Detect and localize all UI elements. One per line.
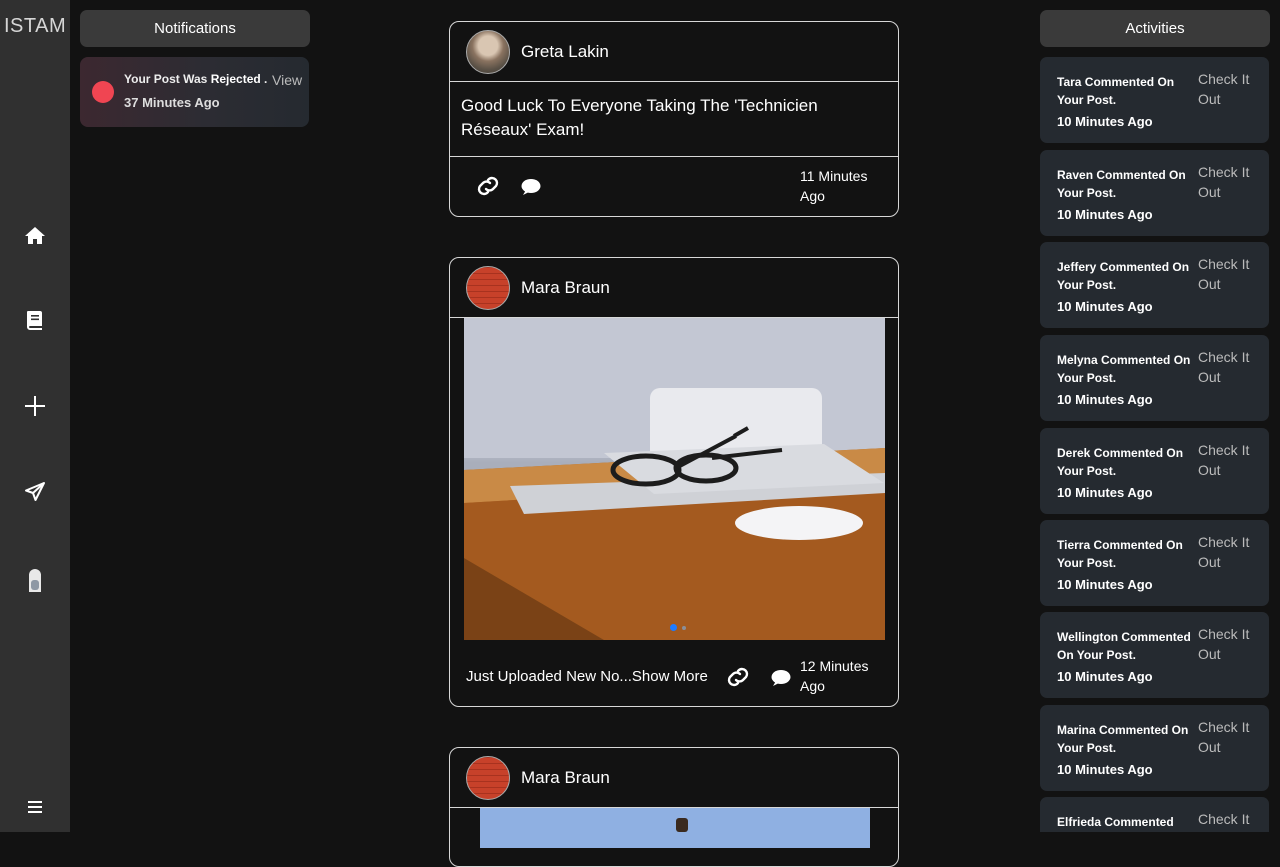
post-image[interactable]	[480, 808, 870, 848]
activity-text: Melyna Commented On Your Post.	[1057, 353, 1191, 385]
activity-time: 10 Minutes Ago	[1057, 392, 1153, 407]
book-icon[interactable]	[21, 306, 49, 334]
status-dot	[92, 81, 114, 103]
activity-time: 10 Minutes Ago	[1057, 207, 1153, 222]
notifications-header: Notifications	[80, 10, 310, 47]
check-it-out-button[interactable]: Check It Out	[1198, 347, 1258, 387]
notification-item[interactable]: Your Post Was Rejected . 37 Minutes Ago …	[80, 57, 309, 127]
profile-avatar[interactable]	[21, 566, 49, 594]
post-header: Mara Braun	[450, 748, 898, 808]
activity-item: Jeffery Commented On Your Post. 10 Minut…	[1040, 242, 1269, 328]
activity-time: 10 Minutes Ago	[1057, 485, 1153, 500]
post-author[interactable]: Mara Braun	[521, 278, 610, 298]
brand-logo[interactable]: ISTAM	[4, 15, 66, 38]
activity-time: 10 Minutes Ago	[1057, 299, 1153, 314]
post-text: Good Luck To Everyone Taking The 'Techni…	[450, 82, 898, 157]
link-icon[interactable]	[476, 175, 500, 202]
check-it-out-button[interactable]: Check It Out	[1198, 254, 1258, 294]
home-icon[interactable]	[21, 222, 49, 250]
send-icon[interactable]	[21, 478, 49, 506]
activity-item: Tierra Commented On Your Post. 10 Minute…	[1040, 520, 1269, 606]
check-it-out-button[interactable]: Check It Out	[1198, 809, 1258, 832]
view-button[interactable]: View	[272, 72, 302, 88]
check-it-out-button[interactable]: Check It Out	[1198, 69, 1258, 109]
post-header: Greta Lakin	[450, 22, 898, 82]
comment-icon[interactable]	[770, 668, 792, 693]
carousel-dot-active[interactable]	[670, 624, 677, 631]
activity-time: 10 Minutes Ago	[1057, 577, 1153, 592]
check-it-out-button[interactable]: Check It Out	[1198, 624, 1258, 664]
check-it-out-button[interactable]: Check It Out	[1198, 440, 1258, 480]
check-it-out-button[interactable]: Check It Out	[1198, 717, 1258, 757]
activity-text: Tara Commented On Your Post.	[1057, 75, 1175, 107]
activity-text: Marina Commented On Your Post.	[1057, 723, 1189, 755]
activities-header: Activities	[1040, 10, 1270, 47]
post-author[interactable]: Greta Lakin	[521, 42, 609, 62]
activity-text: Jeffery Commented On Your Post.	[1057, 260, 1190, 292]
activity-item: Tara Commented On Your Post. 10 Minutes …	[1040, 57, 1269, 143]
activity-text: Raven Commented On Your Post.	[1057, 168, 1186, 200]
activity-text: Tierra Commented On Your Post.	[1057, 538, 1183, 570]
activity-item: Derek Commented On Your Post. 10 Minutes…	[1040, 428, 1269, 514]
post-time: 12 Minutes Ago	[800, 658, 869, 694]
activity-time: 10 Minutes Ago	[1057, 114, 1153, 129]
activity-text: Elfrieda Commented On Your Post.	[1057, 815, 1174, 829]
avatar[interactable]	[466, 265, 510, 310]
avatar[interactable]	[466, 755, 510, 800]
activity-text: Derek Commented On Your Post.	[1057, 446, 1184, 478]
check-it-out-button[interactable]: Check It Out	[1198, 532, 1258, 572]
post-footer: 11 Minutes Ago	[450, 157, 898, 216]
post-image[interactable]	[464, 318, 885, 640]
activity-item: Wellington Commented On Your Post. 10 Mi…	[1040, 612, 1269, 698]
post-card: Greta Lakin Good Luck To Everyone Taking…	[449, 21, 899, 217]
side-nav: ISTAM	[0, 0, 70, 832]
activity-time: 10 Minutes Ago	[1057, 669, 1153, 684]
post-time: 11 Minutes Ago	[800, 168, 868, 204]
post-card: Mara Braun Just Uploaded New No...Show M…	[449, 257, 899, 707]
plus-icon[interactable]	[21, 392, 49, 420]
link-icon[interactable]	[726, 666, 750, 693]
activity-text: Wellington Commented On Your Post.	[1057, 630, 1191, 662]
activity-item: Melyna Commented On Your Post. 10 Minute…	[1040, 335, 1269, 421]
activity-item: Raven Commented On Your Post. 10 Minutes…	[1040, 150, 1269, 236]
notification-time: 37 Minutes Ago	[124, 95, 220, 110]
avatar[interactable]	[466, 29, 510, 74]
carousel-dot[interactable]	[682, 626, 686, 630]
check-it-out-button[interactable]: Check It Out	[1198, 162, 1258, 202]
post-author[interactable]: Mara Braun	[521, 768, 610, 788]
post-caption[interactable]: Just Uploaded New No...Show More	[466, 668, 708, 685]
post-header: Mara Braun	[450, 258, 898, 318]
menu-icon[interactable]	[21, 793, 49, 821]
comment-icon[interactable]	[520, 177, 542, 202]
activity-time: 10 Minutes Ago	[1057, 762, 1153, 777]
activity-item: Marina Commented On Your Post. 10 Minute…	[1040, 705, 1269, 791]
activity-item: Elfrieda Commented On Your Post. Check I…	[1040, 797, 1269, 832]
notification-message: Your Post Was Rejected .	[124, 72, 268, 86]
post-card: Mara Braun	[449, 747, 899, 867]
